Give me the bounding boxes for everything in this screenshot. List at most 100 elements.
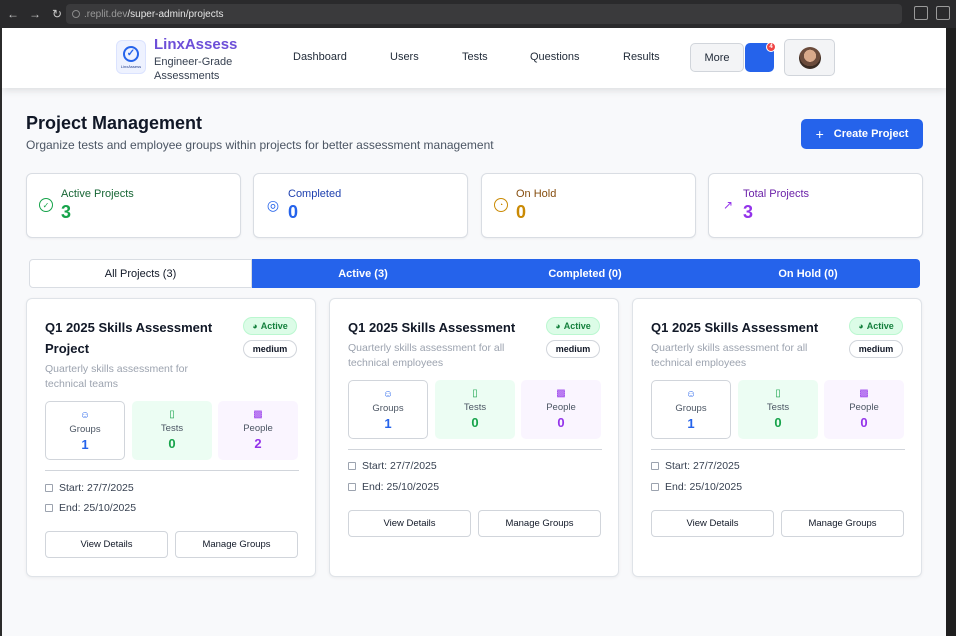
groups-metric: ☺ Groups 1 — [348, 380, 428, 439]
calendar-icon — [348, 462, 356, 470]
stat-value: 3 — [61, 202, 72, 222]
back-icon[interactable]: ← — [4, 5, 22, 23]
end-date-text: End: 25/10/2025 — [665, 481, 743, 493]
start-date-text: Start: 27/7/2025 — [665, 460, 740, 472]
site-info-icon[interactable] — [72, 10, 80, 18]
end-date-text: End: 25/10/2025 — [362, 481, 440, 493]
project-card[interactable]: Q1 2025 Skills Assessment ◕ Active medium… — [632, 298, 922, 577]
groups-metric: ☺ Groups 1 — [45, 401, 125, 460]
metric-label: People — [243, 423, 273, 434]
project-description: Quarterly skills assessment for all tech… — [348, 342, 505, 369]
more-button[interactable]: More — [690, 43, 744, 72]
url-path: /super-admin/projects — [127, 8, 224, 20]
nav-tests[interactable]: Tests — [462, 51, 488, 63]
test-tube-icon: ▯ — [775, 388, 781, 399]
users-icon: ☺ — [685, 389, 697, 400]
divider — [651, 449, 905, 450]
calendar-icon — [651, 483, 659, 491]
metric-value: 0 — [774, 415, 782, 430]
tab-completed[interactable]: Completed (0) — [474, 259, 696, 288]
stat-label: Active Projects — [61, 188, 134, 200]
metric-value: 0 — [860, 415, 868, 430]
priority-badge: medium — [546, 340, 600, 358]
create-project-button[interactable]: + Create Project — [801, 119, 923, 149]
briefcase-icon: ▩ — [253, 409, 263, 420]
page-subtitle: Organize tests and employee groups withi… — [26, 138, 494, 152]
start-date: Start: 27/7/2025 — [45, 482, 134, 494]
cast-icon[interactable] — [914, 6, 928, 20]
stat-total-projects: ↗ Total Projects 3 — [708, 173, 923, 238]
end-date: End: 25/10/2025 — [651, 481, 742, 493]
metric-value: 1 — [81, 437, 89, 452]
url-host: .replit.dev — [84, 8, 128, 20]
metric-label: Tests — [463, 402, 487, 413]
tab-active[interactable]: Active (3) — [252, 259, 474, 288]
status-label: Active — [563, 321, 591, 331]
plus-icon: + — [815, 126, 824, 142]
status-label: Active — [866, 321, 894, 331]
users-icon: ☺ — [382, 389, 394, 400]
metric-value: 0 — [168, 436, 176, 451]
calendar-icon — [651, 462, 659, 470]
nav-questions[interactable]: Questions — [530, 51, 580, 63]
tests-metric: ▯ Tests 0 — [435, 380, 515, 439]
divider — [348, 449, 602, 450]
stat-value: 3 — [743, 202, 754, 222]
brand-name[interactable]: LinxAssess — [154, 36, 237, 53]
metric-label: People — [546, 402, 576, 413]
view-details-button[interactable]: View Details — [651, 510, 774, 537]
check-circle-icon: ◕ — [555, 321, 561, 331]
end-date: End: 25/10/2025 — [45, 502, 136, 514]
stat-completed: ◎ Completed 0 — [253, 173, 468, 238]
project-title[interactable]: Q1 2025 Skills Assessment — [651, 317, 831, 338]
browser-toolbar: ← → ↻ .replit.dev/super-admin/projects — [0, 0, 956, 28]
tab-all-projects[interactable]: All Projects (3) — [29, 259, 252, 288]
user-menu-button[interactable] — [784, 39, 835, 76]
page-title: Project Management — [26, 113, 203, 133]
logo[interactable]: ✓ LinxAssess — [116, 40, 146, 74]
logo-check-icon: ✓ — [123, 45, 139, 62]
status-badge: ◕ Active — [849, 317, 903, 335]
view-details-button[interactable]: View Details — [45, 531, 168, 558]
project-description: Quarterly skills assessment for all tech… — [651, 342, 808, 369]
project-title[interactable]: Q1 2025 Skills Assessment — [348, 317, 528, 338]
priority-badge: medium — [849, 340, 903, 358]
target-icon: ◎ — [266, 196, 280, 213]
nav-results[interactable]: Results — [623, 51, 660, 63]
project-description: Quarterly skills assessment for technica… — [45, 363, 188, 390]
briefcase-icon: ▩ — [556, 388, 566, 399]
nav-dashboard[interactable]: Dashboard — [293, 51, 347, 63]
metric-value: 2 — [254, 436, 262, 451]
tests-metric: ▯ Tests 0 — [132, 401, 212, 460]
start-date: Start: 27/7/2025 — [348, 460, 437, 472]
create-project-label: Create Project — [833, 128, 909, 140]
test-tube-icon: ▯ — [472, 388, 478, 399]
trending-up-icon: ↗ — [722, 198, 734, 212]
window-edge — [946, 28, 956, 636]
logo-text: LinxAssess — [120, 63, 142, 69]
metric-label: People — [849, 402, 879, 413]
clock-icon: ◔ — [494, 198, 508, 212]
people-metric: ▩ People 0 — [824, 380, 904, 439]
view-details-button[interactable]: View Details — [348, 510, 471, 537]
stat-label: On Hold — [516, 188, 557, 200]
project-title[interactable]: Q1 2025 Skills Assessment Project — [45, 317, 225, 359]
project-card[interactable]: Q1 2025 Skills Assessment ◕ Active medium… — [329, 298, 619, 577]
calendar-icon — [45, 504, 53, 512]
address-bar[interactable]: .replit.dev/super-admin/projects — [66, 4, 902, 24]
brand-tagline: Engineer-Grade Assessments — [154, 56, 233, 82]
check-circle-icon: ✓ — [39, 198, 53, 212]
manage-groups-button[interactable]: Manage Groups — [478, 510, 601, 537]
forward-icon[interactable]: → — [26, 5, 44, 23]
nav-users[interactable]: Users — [390, 51, 419, 63]
project-card[interactable]: Q1 2025 Skills Assessment Project ◕ Activ… — [26, 298, 316, 577]
manage-groups-button[interactable]: Manage Groups — [175, 531, 298, 558]
test-tube-icon: ▯ — [169, 409, 175, 420]
tab-on-hold[interactable]: On Hold (0) — [696, 259, 920, 288]
reload-icon[interactable]: ↻ — [48, 5, 66, 23]
start-date-text: Start: 27/7/2025 — [59, 482, 134, 494]
metric-label: Groups — [69, 424, 101, 435]
open-external-icon[interactable] — [936, 6, 950, 20]
manage-groups-button[interactable]: Manage Groups — [781, 510, 904, 537]
tests-metric: ▯ Tests 0 — [738, 380, 818, 439]
